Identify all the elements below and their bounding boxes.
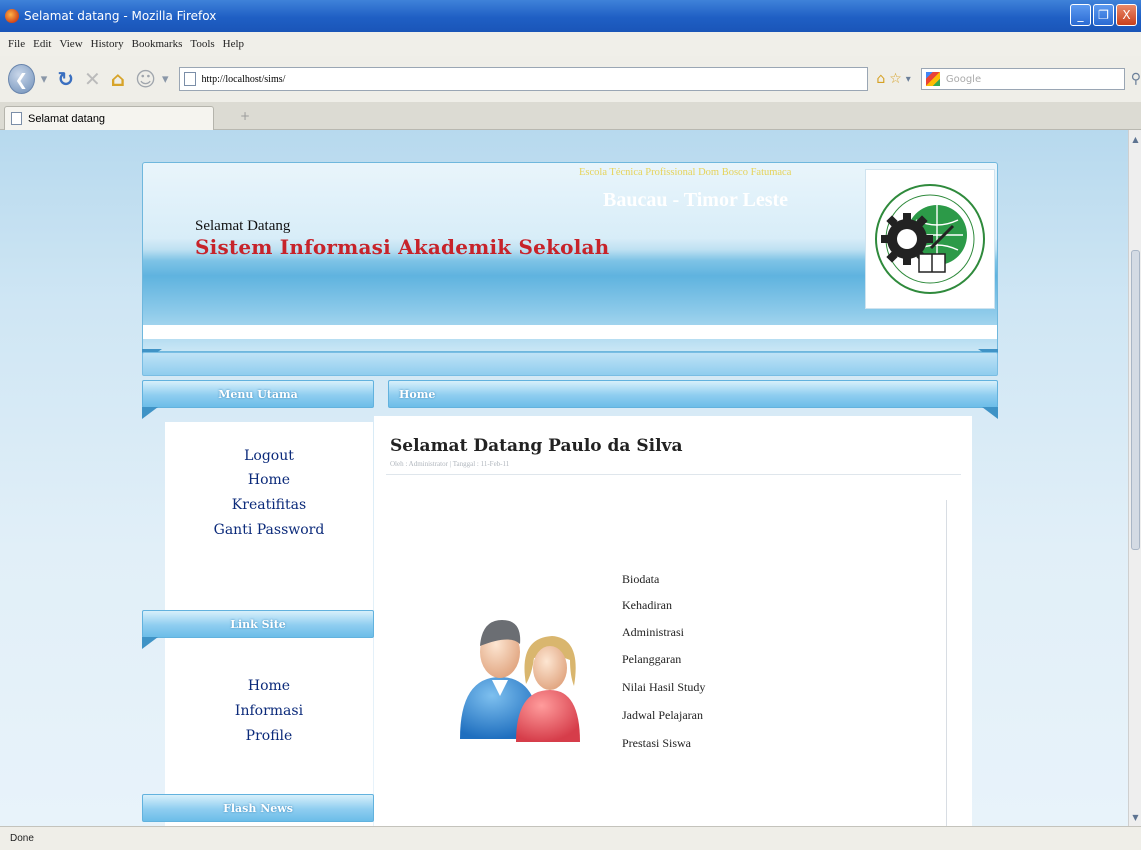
status-bar: Done (0, 826, 1141, 850)
tab-selamat-datang[interactable]: Selamat datang (4, 106, 214, 130)
banner-white-strip (143, 325, 997, 339)
menu-bookmarks[interactable]: Bookmarks (132, 38, 183, 50)
link-site-home[interactable]: Home (165, 678, 373, 694)
home-head-corner (982, 407, 998, 419)
new-tab-button[interactable]: + (240, 109, 250, 123)
menu-tools[interactable]: Tools (190, 38, 214, 50)
link-site-informasi[interactable]: Informasi (165, 703, 373, 719)
url-dropdown-icon[interactable]: ▾ (906, 74, 911, 85)
house-icon[interactable]: ⌂ (876, 71, 885, 87)
sidebar-link-ganti-password[interactable]: Ganti Password (165, 522, 373, 538)
back-button[interactable]: ❮ (8, 64, 35, 94)
menu-link-pelanggaran[interactable]: Pelanggaran (622, 652, 681, 667)
window-titlebar: Selamat datang - Mozilla Firefox _ ❐ X (0, 0, 1141, 32)
menu-utama-title: Menu Utama (218, 387, 298, 401)
school-name: Escola Técnica Profissional Dom Bosco Fa… (579, 167, 792, 178)
vertical-scrollbar[interactable]: ▲ ▼ (1128, 130, 1141, 826)
bookmark-star-area: ⌂ ☆ ▾ (876, 71, 910, 87)
window-title: Selamat datang - Mozilla Firefox (24, 9, 217, 23)
window-controls: _ ❐ X (1070, 4, 1137, 26)
scroll-down-icon[interactable]: ▼ (1130, 810, 1141, 824)
header-banner: Selamat Datang Sistem Informasi Akademik… (142, 162, 998, 363)
school-location: Baucau - Timor Leste (603, 189, 789, 211)
system-title: Sistem Informasi Akademik Sekolah (195, 235, 610, 259)
page-viewport: Selamat Datang Sistem Informasi Akademik… (0, 130, 1128, 826)
post-byline: Oleh : Administrator | Tanggal : 11-Feb-… (390, 460, 510, 468)
flash-news-title: Flash News (223, 801, 293, 815)
page-icon (183, 72, 196, 86)
scroll-thumb[interactable] (1131, 250, 1140, 550)
welcome-heading: Selamat Datang Paulo da Silva (390, 436, 683, 456)
star-icon[interactable]: ☆ (889, 71, 902, 87)
welcome-text: Selamat Datang (195, 218, 291, 234)
search-icon[interactable]: ⚲ (1131, 71, 1141, 87)
menu-history[interactable]: History (91, 38, 124, 50)
scroll-up-icon[interactable]: ▲ (1130, 132, 1141, 146)
menu-file[interactable]: File (8, 38, 25, 50)
navigation-toolbar: ❮ ▾ ↻ ✕ ⌂ ☺ ▾ ⌂ ☆ ▾ Google ⚲ (0, 56, 1141, 102)
link-site-head-corner (142, 637, 158, 649)
page-icon (11, 112, 22, 125)
link-site-profile[interactable]: Profile (165, 728, 373, 744)
status-text: Done (10, 833, 34, 844)
menu-link-biodata[interactable]: Biodata (622, 572, 659, 587)
reload-icon[interactable]: ↻ (57, 67, 74, 91)
search-placeholder: Google (945, 73, 982, 85)
menu-link-prestasi-siswa[interactable]: Prestasi Siswa (622, 736, 691, 751)
back-arrow-icon: ❮ (14, 69, 29, 89)
url-input[interactable] (201, 73, 802, 85)
home-section-header: Home (388, 380, 998, 419)
users-icon (460, 620, 580, 742)
forward-dropdown-icon[interactable]: ▾ (41, 72, 48, 87)
menu-link-jadwal-pelajaran[interactable]: Jadwal Pelajaran (622, 708, 703, 723)
firefox-icon (5, 9, 19, 23)
sidebar-link-home[interactable]: Home (165, 472, 373, 488)
bookmark-dropdown-icon[interactable]: ▾ (162, 72, 169, 87)
home-section-title: Home (399, 387, 436, 401)
home-icon[interactable]: ⌂ (111, 67, 125, 91)
menu-link-kehadiran[interactable]: Kehadiran (622, 598, 672, 613)
heading-divider (386, 474, 961, 475)
menu-edit[interactable]: Edit (33, 38, 51, 50)
menu-link-nilai-hasil-study[interactable]: Nilai Hasil Study (622, 680, 705, 695)
header-subbar (142, 352, 998, 376)
logo-emblem-icon (875, 184, 985, 294)
maximize-button[interactable]: ❐ (1093, 4, 1114, 26)
link-site-title: Link Site (230, 617, 286, 631)
menu-head-corner (142, 407, 158, 419)
school-logo (865, 169, 995, 309)
menu-help[interactable]: Help (223, 38, 244, 50)
close-button[interactable]: X (1116, 4, 1137, 26)
search-bar[interactable]: Google (920, 68, 1125, 90)
google-icon (925, 72, 940, 86)
address-bar[interactable] (178, 67, 869, 91)
stop-icon[interactable]: ✕ (84, 67, 101, 91)
minimize-button[interactable]: _ (1070, 4, 1091, 26)
menu-link-administrasi[interactable]: Administrasi (622, 625, 684, 640)
link-site-header: Link Site (142, 610, 374, 649)
menu-bar: File Edit View History Bookmarks Tools H… (0, 32, 1141, 56)
tab-strip: Selamat datang + (0, 102, 1141, 130)
content-frame-line (946, 500, 947, 826)
menu-utama-header: Menu Utama (142, 380, 374, 419)
menu-view[interactable]: View (59, 38, 82, 50)
bookmark-manager-icon[interactable]: ☺ (135, 67, 156, 91)
sidebar-link-kreatifitas[interactable]: Kreatifitas (165, 497, 373, 513)
sidebar-link-logout[interactable]: Logout (165, 448, 373, 464)
flash-news-header: Flash News (142, 794, 374, 822)
tab-label: Selamat datang (28, 112, 106, 125)
